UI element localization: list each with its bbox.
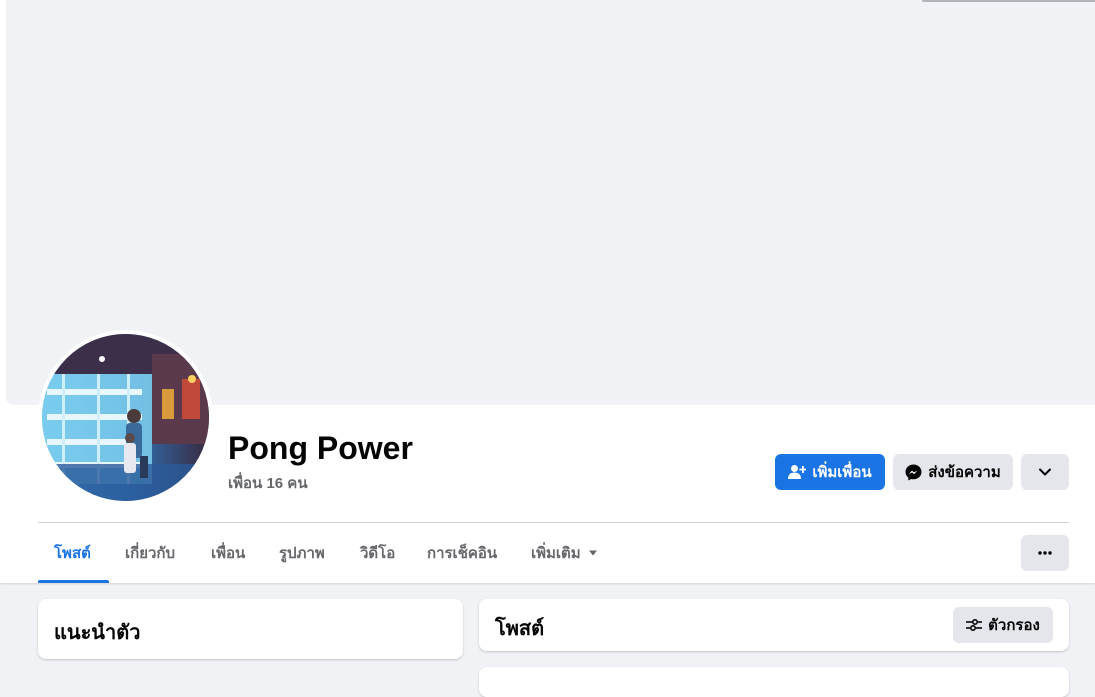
tab-label: เกี่ยวกับ xyxy=(125,545,176,562)
tab-checkins[interactable]: การเช็คอิน xyxy=(427,523,497,583)
avatar-photo xyxy=(42,334,209,501)
chevron-down-icon xyxy=(1039,468,1051,476)
message-button[interactable]: ส่งข้อความ xyxy=(893,454,1013,490)
profile-avatar[interactable] xyxy=(38,330,213,505)
filter-icon xyxy=(966,618,983,632)
add-friend-label: เพิ่มเพื่อน xyxy=(812,464,872,481)
filter-label: ตัวกรอง xyxy=(988,617,1040,634)
tab-label: วิดีโอ xyxy=(360,545,396,562)
posts-title: โพสต์ xyxy=(495,618,545,640)
tab-photos[interactable]: รูปภาพ xyxy=(279,523,325,583)
intro-title: แนะนำตัว xyxy=(54,622,141,644)
profile-options-button[interactable] xyxy=(1021,454,1069,490)
add-friend-icon xyxy=(788,465,807,479)
more-dots-icon xyxy=(1038,551,1052,555)
cover-edge-tab xyxy=(922,0,1095,2)
tabs-more-button[interactable] xyxy=(1021,535,1069,571)
dropdown-caret-icon xyxy=(588,550,597,556)
tab-label: โพสต์ xyxy=(54,545,91,562)
post-composer-card xyxy=(479,667,1069,697)
tab-videos[interactable]: วิดีโอ xyxy=(360,523,395,583)
messenger-icon xyxy=(905,464,922,480)
intro-card: แนะนำตัว xyxy=(38,599,463,659)
posts-card: โพสต์ ตัวกรอง xyxy=(479,599,1069,651)
tab-label: รูปภาพ xyxy=(279,545,325,562)
profile-name: Pong Power xyxy=(228,430,413,466)
tab-label: เพื่อน xyxy=(211,545,246,562)
tab-label: การเช็คอิน xyxy=(427,545,498,562)
tab-more[interactable]: เพิ่มเติม xyxy=(531,523,598,583)
filter-button[interactable]: ตัวกรอง xyxy=(953,607,1053,643)
tab-posts[interactable]: โพสต์ xyxy=(54,523,91,583)
tab-about[interactable]: เกี่ยวกับ xyxy=(125,523,175,583)
add-friend-button[interactable]: เพิ่มเพื่อน xyxy=(775,454,885,490)
active-tab-indicator xyxy=(38,580,109,583)
tab-friends[interactable]: เพื่อน xyxy=(211,523,245,583)
tab-label: เพิ่มเติม xyxy=(531,545,581,562)
friend-count[interactable]: เพื่อน 16 คน xyxy=(228,471,308,495)
message-label: ส่งข้อความ xyxy=(928,464,1001,481)
